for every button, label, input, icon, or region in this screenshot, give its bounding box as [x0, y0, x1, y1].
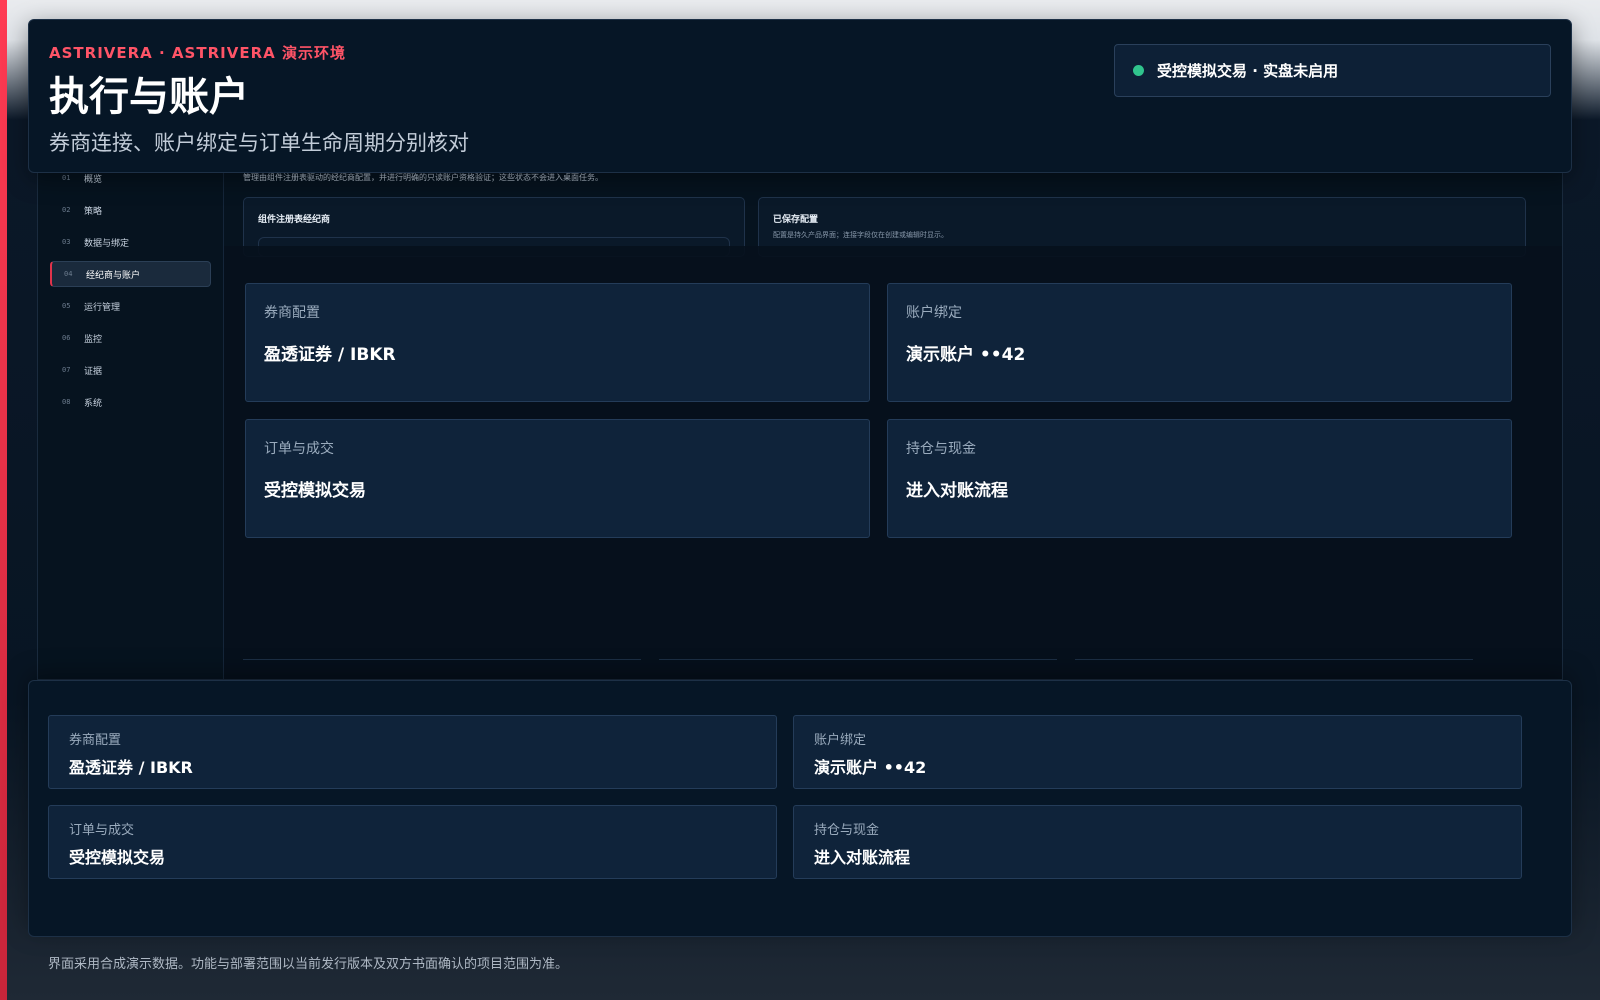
card-value: 受控模拟交易	[264, 481, 366, 501]
bottom-summary-grid: 券商配置 盈透证券 / IBKR 账户绑定 演示账户 ••42 订单与成交 受控…	[48, 715, 1522, 879]
ghost-tab	[243, 659, 641, 665]
summary-grid: 券商配置 盈透证券 / IBKR 账户绑定 演示账户 ••42 订单与成交 受控…	[245, 283, 1515, 538]
card-value: 盈透证券 / IBKR	[264, 345, 396, 365]
sidebar-item-label: 数据与绑定	[84, 238, 130, 249]
sidebar-item-label: 策略	[84, 206, 103, 217]
app-description: 管理由组件注册表驱动的经纪商配置，并进行明确的只读账户资格验证；这些状态不会进入…	[243, 173, 603, 182]
sidebar-item-strategy[interactable]: 02 策略	[50, 197, 211, 223]
bottom-panel: 券商配置 盈透证券 / IBKR 账户绑定 演示账户 ••42 订单与成交 受控…	[28, 680, 1572, 937]
card-label: 券商配置	[69, 733, 122, 748]
broker-config-card[interactable]: 券商配置 盈透证券 / IBKR	[245, 283, 870, 402]
sidebar-item-brokers-accounts[interactable]: 04 经纪商与账户	[50, 261, 211, 287]
card-value: 演示账户 ••42	[814, 758, 927, 777]
sidebar-item-label: 证据	[84, 366, 103, 377]
card-value: 进入对账流程	[814, 848, 911, 867]
registry-brokers-title: 组件注册表经纪商	[258, 215, 331, 225]
account-binding-card[interactable]: 账户绑定 演示账户 ••42	[793, 715, 1522, 789]
sidebar: 01 概览 02 策略 03 数据与绑定 04 经纪商与账户 05 运行管理 0…	[38, 151, 224, 679]
card-label: 账户绑定	[814, 733, 867, 748]
sidebar-item-label: 系统	[84, 398, 103, 409]
card-label: 订单与成交	[69, 823, 135, 838]
broker-config-card[interactable]: 券商配置 盈透证券 / IBKR	[48, 715, 777, 789]
card-label: 账户绑定	[906, 305, 962, 321]
orders-fills-card[interactable]: 订单与成交 受控模拟交易	[245, 419, 870, 538]
sidebar-item-evidence[interactable]: 07 证据	[50, 357, 211, 383]
sidebar-item-number: 04	[64, 270, 73, 278]
sidebar-item-label: 经纪商与账户	[86, 270, 141, 281]
status-text: 受控模拟交易 · 实盘未启用	[1157, 62, 1339, 80]
card-value: 盈透证券 / IBKR	[69, 758, 193, 777]
sidebar-item-label: 概览	[84, 174, 103, 185]
accent-bar	[0, 0, 7, 1000]
sidebar-item-number: 08	[62, 398, 71, 406]
account-binding-card[interactable]: 账户绑定 演示账户 ••42	[887, 283, 1512, 402]
orders-fills-card[interactable]: 订单与成交 受控模拟交易	[48, 805, 777, 879]
card-value: 进入对账流程	[906, 481, 1008, 501]
sidebar-item-label: 运行管理	[84, 302, 121, 313]
saved-config-subtitle: 配置是持久产品界面；连接字段仅在创建或编辑时显示。	[773, 231, 948, 239]
status-dot-icon	[1133, 65, 1144, 76]
footnote: 界面采用合成演示数据。功能与部署范围以当前发行版本及双方书面确认的项目范围为准。	[48, 957, 569, 972]
sidebar-item-number: 06	[62, 334, 71, 342]
sidebar-item-number: 01	[62, 174, 71, 182]
sidebar-item-number: 07	[62, 366, 71, 374]
sidebar-item-number: 05	[62, 302, 71, 310]
page-subtitle: 券商连接、账户绑定与订单生命周期分别核对	[49, 131, 469, 155]
saved-config-title: 已保存配置	[773, 215, 819, 225]
card-label: 订单与成交	[264, 441, 334, 457]
sidebar-item-label: 监控	[84, 334, 103, 345]
ghost-tabs	[243, 659, 1473, 665]
header-panel: ASTRIVERA · ASTRIVERA 演示环境 执行与账户 券商连接、账户…	[28, 19, 1572, 173]
trading-status-badge: 受控模拟交易 · 实盘未启用	[1114, 44, 1551, 97]
ghost-tab	[1075, 659, 1473, 665]
card-label: 券商配置	[264, 305, 320, 321]
card-value: 演示账户 ••42	[906, 345, 1026, 365]
sidebar-item-data-binding[interactable]: 03 数据与绑定	[50, 229, 211, 255]
sidebar-item-run-management[interactable]: 05 运行管理	[50, 293, 211, 319]
ghost-tab	[659, 659, 1057, 665]
sidebar-item-number: 02	[62, 206, 71, 214]
card-label: 持仓与现金	[906, 441, 976, 457]
card-label: 持仓与现金	[814, 823, 880, 838]
positions-cash-card[interactable]: 持仓与现金 进入对账流程	[793, 805, 1522, 879]
card-value: 受控模拟交易	[69, 848, 166, 867]
positions-cash-card[interactable]: 持仓与现金 进入对账流程	[887, 419, 1512, 538]
sidebar-item-number: 03	[62, 238, 71, 246]
sidebar-item-system[interactable]: 08 系统	[50, 389, 211, 415]
sidebar-item-monitoring[interactable]: 06 监控	[50, 325, 211, 351]
